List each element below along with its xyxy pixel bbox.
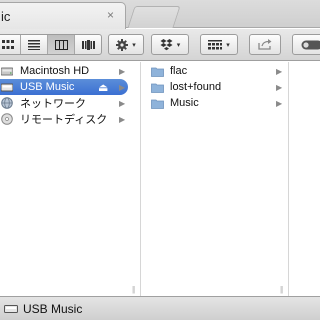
sidebar-item-usb-music[interactable]: USB Music ⏏ bbox=[0, 79, 128, 95]
folder-item-label: Music bbox=[170, 97, 199, 109]
usb-music-contents-column: flac ▶ lost+found ▶ Music ▶ || bbox=[141, 62, 289, 296]
cover-flow-icon bbox=[82, 39, 95, 50]
arrange-grid-icon bbox=[208, 39, 223, 49]
chevron-right-icon: ▶ bbox=[276, 66, 283, 76]
sidebar-item-network[interactable]: ネットワーク ▶ bbox=[0, 95, 131, 111]
tab-title: ic bbox=[1, 9, 11, 24]
list-view-button[interactable] bbox=[21, 35, 48, 54]
folder-item-music[interactable]: Music ▶ bbox=[150, 95, 283, 111]
folder-item-label: lost+found bbox=[170, 81, 222, 93]
column-resize-handle[interactable]: || bbox=[280, 285, 283, 294]
usb-drive-icon bbox=[4, 303, 18, 315]
folder-item-lost-found[interactable]: lost+found ▶ bbox=[150, 79, 283, 95]
share-icon bbox=[258, 39, 272, 50]
folder-icon bbox=[150, 97, 164, 109]
network-globe-icon bbox=[0, 97, 14, 109]
action-menu-button[interactable]: ▾ bbox=[108, 34, 144, 55]
toolbar: ▾ ▾ ▾ bbox=[0, 29, 320, 61]
usb-drive-icon bbox=[0, 81, 14, 93]
folder-item-flac[interactable]: flac ▶ bbox=[150, 63, 283, 79]
gear-icon bbox=[116, 38, 129, 51]
chevron-down-icon: ▾ bbox=[132, 41, 136, 49]
devices-column: Macintosh HD ▶ USB Music ⏏ ▶ ネットワーク ▶ リモ… bbox=[0, 62, 141, 296]
sidebar-item-label: リモートディスク bbox=[20, 114, 108, 126]
chevron-right-icon: ▶ bbox=[276, 82, 283, 92]
sidebar-item-label: USB Music bbox=[20, 81, 75, 93]
sidebar-item-macintosh-hd[interactable]: Macintosh HD ▶ bbox=[0, 63, 131, 79]
folder-item-label: flac bbox=[170, 65, 188, 77]
sidebar-item-label: ネットワーク bbox=[20, 98, 86, 110]
path-bar-label[interactable]: USB Music bbox=[23, 302, 82, 316]
sidebar-item-remote-disc[interactable]: リモートディスク ▶ bbox=[0, 111, 131, 127]
dropbox-menu-button[interactable]: ▾ bbox=[151, 34, 189, 55]
hard-disk-icon bbox=[0, 65, 14, 77]
column-view-icon bbox=[54, 39, 68, 50]
column-resize-handle[interactable]: || bbox=[132, 285, 135, 294]
dropbox-icon bbox=[160, 38, 173, 50]
eject-icon[interactable]: ⏏ bbox=[98, 81, 108, 94]
arrange-menu-button[interactable]: ▾ bbox=[200, 34, 238, 55]
column-view-button[interactable] bbox=[48, 35, 75, 54]
tab-close-icon[interactable]: × bbox=[105, 9, 116, 21]
path-bar: USB Music bbox=[0, 296, 320, 320]
new-tab-button[interactable] bbox=[127, 6, 181, 28]
chevron-right-icon: ▶ bbox=[119, 83, 126, 92]
list-view-icon bbox=[28, 39, 40, 50]
view-mode-control bbox=[0, 34, 102, 55]
tab-active[interactable]: ic × bbox=[0, 2, 126, 29]
tag-pill-icon bbox=[301, 40, 320, 49]
icon-view-icon bbox=[1, 39, 14, 49]
chevron-right-icon: ▶ bbox=[119, 98, 126, 108]
chevron-down-icon: ▾ bbox=[226, 41, 230, 49]
chevron-down-icon: ▾ bbox=[176, 41, 181, 49]
cover-flow-view-button[interactable] bbox=[75, 35, 102, 54]
share-button[interactable] bbox=[249, 34, 281, 55]
remote-disc-icon bbox=[0, 113, 14, 125]
folder-icon bbox=[150, 65, 164, 77]
column-browser: Macintosh HD ▶ USB Music ⏏ ▶ ネットワーク ▶ リモ… bbox=[0, 62, 320, 296]
chevron-right-icon: ▶ bbox=[276, 98, 283, 108]
chevron-right-icon: ▶ bbox=[119, 66, 126, 76]
sidebar-item-label: Macintosh HD bbox=[20, 65, 90, 77]
tab-bar: ic × bbox=[0, 0, 320, 29]
folder-icon bbox=[150, 81, 164, 93]
icon-view-button[interactable] bbox=[0, 35, 21, 54]
empty-column bbox=[289, 62, 320, 296]
chevron-right-icon: ▶ bbox=[119, 114, 126, 124]
tags-button[interactable] bbox=[292, 34, 320, 55]
